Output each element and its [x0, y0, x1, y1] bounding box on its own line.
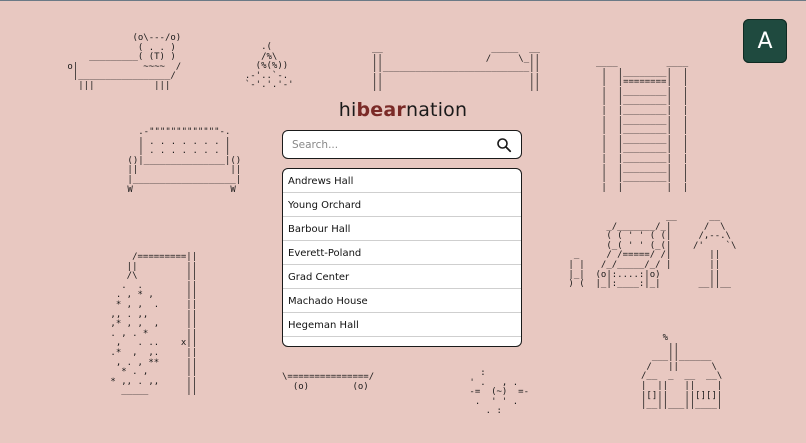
ascii-couch-illustration: (o\---/o) ( . . ) _________( (T) ) o| ~~… — [67, 33, 182, 91]
ascii-sparkle-illustration: : ' . , . -= (~) =- . ' ' . . : — [469, 368, 530, 417]
result-item-machado-house[interactable]: Machado House — [283, 290, 521, 313]
search-results-list: Andrews Hall Young Orchard Barbour Hall … — [282, 168, 522, 347]
user-avatar-button[interactable]: A — [743, 19, 787, 63]
result-item-andrews-hall[interactable]: Andrews Hall — [283, 170, 521, 193]
search-input[interactable] — [283, 138, 496, 151]
ascii-bookshelf-illustration: ____ ____ | |________| | | |========| | … — [596, 58, 689, 193]
search-icon[interactable] — [496, 137, 512, 153]
logo-highlight: bear — [356, 99, 406, 121]
ascii-shower-illustration: /=========|| || || /\ || . . || . , * , … — [110, 252, 198, 397]
ascii-house-illustration: % || ___||______ / || \ /__ _ __ __\ | |… — [641, 333, 723, 411]
ascii-bed-illustration: __ _____ __ || / \_|| ||________________… — [372, 44, 540, 93]
ascii-bench-illustration: \===============/ (o) (o) — [282, 372, 375, 392]
result-item-young-orchard[interactable]: Young Orchard — [283, 194, 521, 217]
result-item-everett-poland[interactable]: Everett-Poland — [283, 242, 521, 265]
logo-suffix: nation — [405, 99, 468, 121]
app-logo: hibearnation — [282, 99, 524, 121]
ascii-campfire-illustration: .( /%\ (%(%)) .-'..`-. `-'.'.'-' — [244, 42, 294, 91]
ascii-sofa-illustration: .-"""""""""""""-. | . . . . . . . | | . … — [127, 127, 242, 195]
result-item-barbour-hall[interactable]: Barbour Hall — [283, 218, 521, 241]
logo-prefix: hi — [338, 99, 357, 121]
result-item-hegeman-hall[interactable]: Hegeman Hall — [283, 314, 521, 337]
avatar-initial: A — [757, 28, 773, 54]
result-item-grad-center[interactable]: Grad Center — [283, 266, 521, 289]
search-bar — [282, 130, 522, 159]
ascii-table-chair-illustration: __ __ _/_______/_| / \ ( ( ' ' ( (| /,--… — [568, 212, 737, 290]
